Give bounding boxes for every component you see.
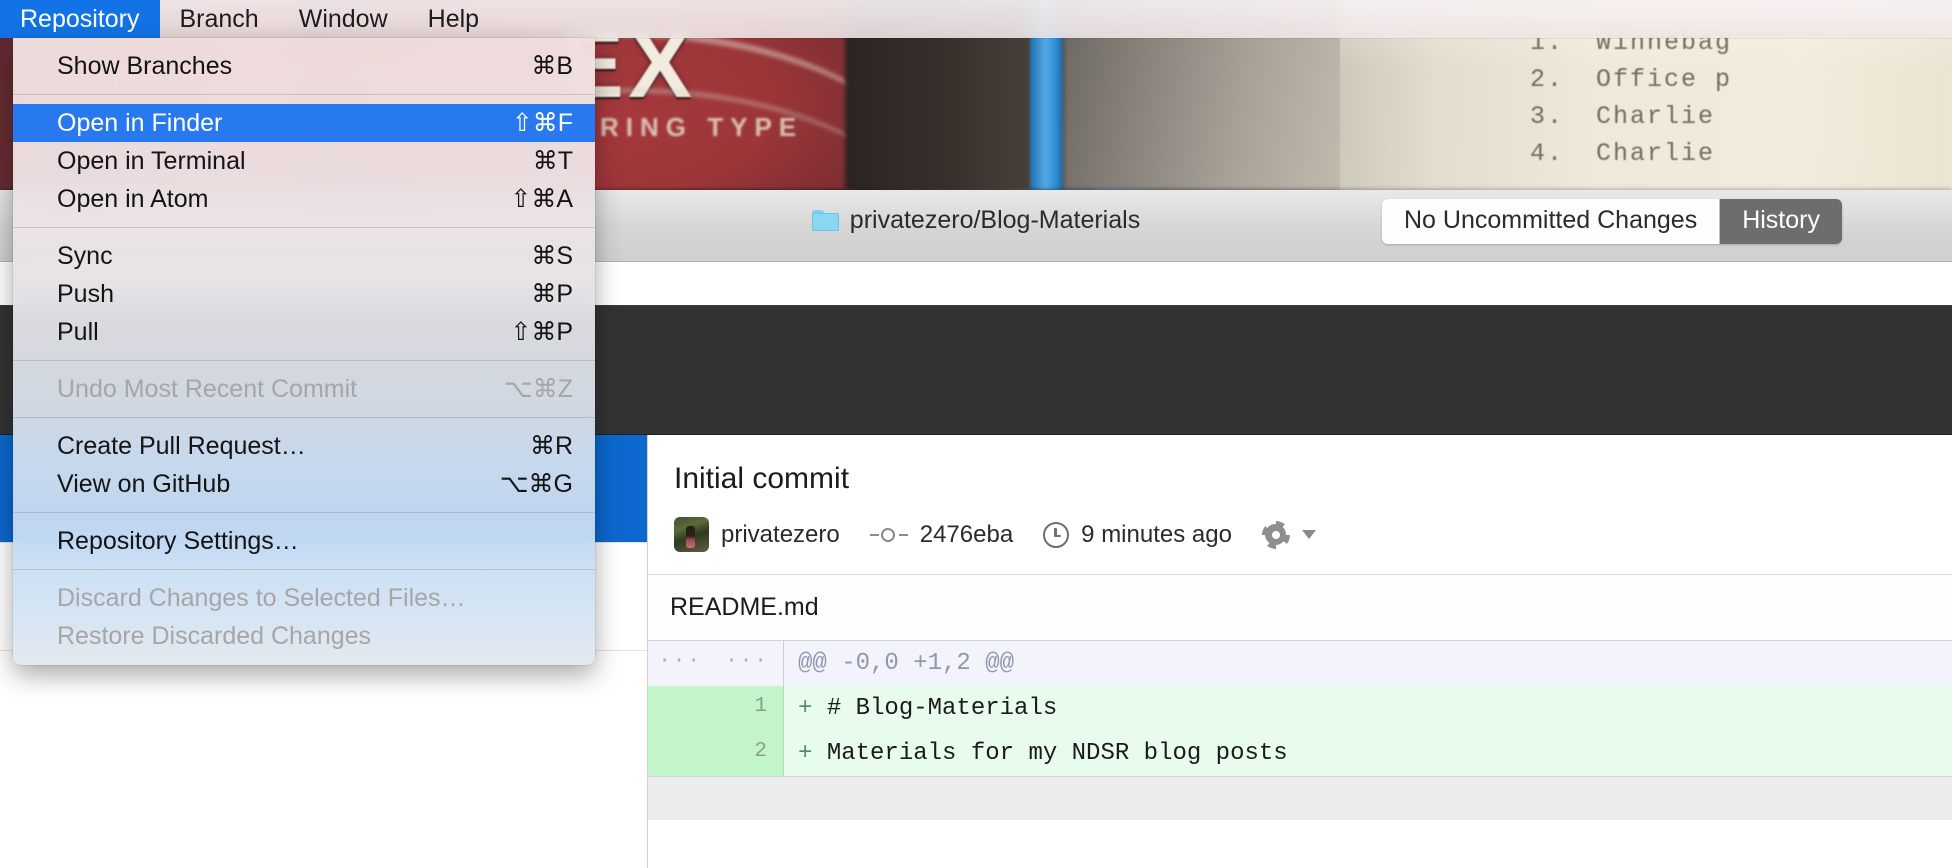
menu-item-label: Pull <box>57 317 99 346</box>
menu-item-shortcut: ⇧⌘F <box>511 109 573 137</box>
chevron-down-icon[interactable] <box>1301 530 1316 539</box>
menu-item-label: Open in Terminal <box>57 146 246 175</box>
tab-history[interactable]: History <box>1720 199 1842 244</box>
menu-item-restore-discarded-changes: Restore Discarded Changes <box>13 617 595 655</box>
typed-list-text: Charlie <box>1596 139 1716 168</box>
menu-separator <box>13 360 595 361</box>
menu-item-shortcut: ⌥⌘G <box>499 470 573 498</box>
typed-list-item: 2. Office p <box>1530 61 1952 98</box>
wallpaper-typed-list: 1. Winnebag 2. Office p 3. Charlie 4. Charli… <box>1530 24 1952 172</box>
commit-timestamp: 9 minutes ago <box>1081 520 1232 548</box>
typed-list-number: 4. <box>1530 139 1565 168</box>
menu-separator <box>13 417 595 418</box>
menu-item-shortcut: ⇧⌘A <box>510 185 573 213</box>
menu-item-label: Sync <box>57 241 113 270</box>
menu-item-label: Open in Atom <box>57 184 209 213</box>
diff-hunk-text: @@ -0,0 +1,2 @@ <box>798 650 1015 677</box>
menu-item-label: Open in Finder <box>57 108 223 137</box>
menubar-item-help[interactable]: Help <box>408 0 499 38</box>
menu-item-shortcut: ⌥⌘Z <box>503 375 573 403</box>
commit-sha[interactable]: 2476eba <box>920 521 1013 549</box>
typed-list-item: 3. Charlie <box>1530 98 1952 135</box>
menu-item-label: View on GitHub <box>57 469 231 498</box>
commit-detail-pane: Initial commit privatezero 2476eba 9 min… <box>648 435 1952 868</box>
clock-icon <box>1043 521 1070 548</box>
diff-gutter-new: ··· <box>716 641 784 686</box>
typed-list-item: 4. Charlie <box>1530 135 1952 172</box>
diff-line-text: + # Blog-Materials <box>784 686 1952 731</box>
diff-marker-plus: + <box>798 740 813 767</box>
menu-separator <box>13 512 595 513</box>
menu-item-label: Restore Discarded Changes <box>57 621 372 650</box>
avatar <box>674 517 709 552</box>
diff-gutter-old: ··· <box>658 650 702 673</box>
menu-item-open-in-terminal[interactable]: Open in Terminal ⌘T <box>13 142 595 180</box>
menu-item-label: Discard Changes to Selected Files… <box>57 583 466 612</box>
menu-item-label: Push <box>57 279 114 308</box>
menu-separator <box>13 227 595 228</box>
diff-row-added[interactable]: 2 + Materials for my NDSR blog posts <box>648 731 1952 776</box>
menu-item-push[interactable]: Push ⌘P <box>13 275 595 313</box>
menu-item-shortcut: ⌘P <box>531 280 573 308</box>
diff-marker-plus: + <box>798 695 813 722</box>
menu-separator <box>13 569 595 570</box>
diff-gutter-old <box>648 686 716 731</box>
menu-item-label: Show Branches <box>57 51 233 80</box>
diff-gutter-new: 1 <box>716 686 784 731</box>
diff-row-hunk-header: ··· ··· @@ -0,0 +1,2 @@ <box>648 641 1952 686</box>
commit-author: privatezero <box>721 520 840 548</box>
menu-item-label: Create Pull Request… <box>57 431 306 460</box>
commit-message: Initial commit <box>674 462 850 495</box>
commit-summary: Initial commit privatezero 2476eba 9 min… <box>648 435 1952 552</box>
repository-dropdown-menu: Show Branches ⌘B Open in Finder ⇧⌘F Open… <box>13 38 595 665</box>
diff-file-name[interactable]: README.md <box>648 574 1952 640</box>
diff-gutter-old <box>648 731 716 776</box>
diff-line-content: Materials for my NDSR blog posts <box>826 740 1288 767</box>
menu-item-shortcut: ⌘S <box>531 242 573 270</box>
menu-item-label: Repository Settings… <box>57 526 299 555</box>
commit-metadata: privatezero 2476eba 9 minutes ago <box>674 517 1952 552</box>
menu-item-show-branches[interactable]: Show Branches ⌘B <box>13 47 595 85</box>
diff-row-added[interactable]: 1 + # Blog-Materials <box>648 686 1952 731</box>
typed-list-text: Charlie <box>1596 102 1716 131</box>
menubar-item-window[interactable]: Window <box>279 0 408 38</box>
diff-gutter-new: 2 <box>716 731 784 776</box>
gear-icon[interactable] <box>1261 520 1290 549</box>
typed-list-number: 3. <box>1530 102 1565 131</box>
menu-item-undo-most-recent-commit: Undo Most Recent Commit ⌥⌘Z <box>13 370 595 408</box>
menu-item-shortcut: ⌘T <box>532 147 573 175</box>
diff-view: ··· ··· @@ -0,0 +1,2 @@ 1 + # Blog-Mater… <box>648 640 1952 820</box>
folder-icon <box>811 210 839 231</box>
changes-history-segmented-control[interactable]: No Uncommitted Changes History <box>1382 199 1842 244</box>
typed-list-text: Office p <box>1596 65 1733 94</box>
menu-item-sync[interactable]: Sync ⌘S <box>13 237 595 275</box>
menu-item-open-in-finder[interactable]: Open in Finder ⇧⌘F <box>13 104 595 142</box>
menu-item-discard-changes: Discard Changes to Selected Files… <box>13 579 595 617</box>
menubar-item-repository[interactable]: Repository <box>0 0 160 38</box>
menu-separator <box>13 94 595 95</box>
menu-item-open-in-atom[interactable]: Open in Atom ⇧⌘A <box>13 180 595 218</box>
menu-item-shortcut: ⇧⌘P <box>510 318 573 346</box>
menubar-item-branch[interactable]: Branch <box>160 0 279 38</box>
repository-name: privatezero/Blog-Materials <box>849 206 1141 234</box>
tab-uncommitted-changes[interactable]: No Uncommitted Changes <box>1382 199 1721 244</box>
menu-item-view-on-github[interactable]: View on GitHub ⌥⌘G <box>13 465 595 503</box>
diff-line-content: # Blog-Materials <box>826 695 1058 722</box>
commit-node-icon <box>869 527 908 543</box>
menu-item-shortcut: ⌘R <box>529 432 573 460</box>
diff-footer <box>648 776 1952 820</box>
menu-item-shortcut: ⌘B <box>531 52 573 80</box>
menu-item-label: Undo Most Recent Commit <box>57 374 358 403</box>
menu-item-create-pull-request[interactable]: Create Pull Request… ⌘R <box>13 427 595 465</box>
mac-menu-bar: Repository Branch Window Help <box>0 0 1952 38</box>
menu-item-pull[interactable]: Pull ⇧⌘P <box>13 313 595 351</box>
typed-list-number: 2. <box>1530 65 1565 94</box>
commit-list-row-empty[interactable] <box>0 651 647 758</box>
menu-item-repository-settings[interactable]: Repository Settings… <box>13 522 595 560</box>
diff-line-text: + Materials for my NDSR blog posts <box>784 731 1952 776</box>
